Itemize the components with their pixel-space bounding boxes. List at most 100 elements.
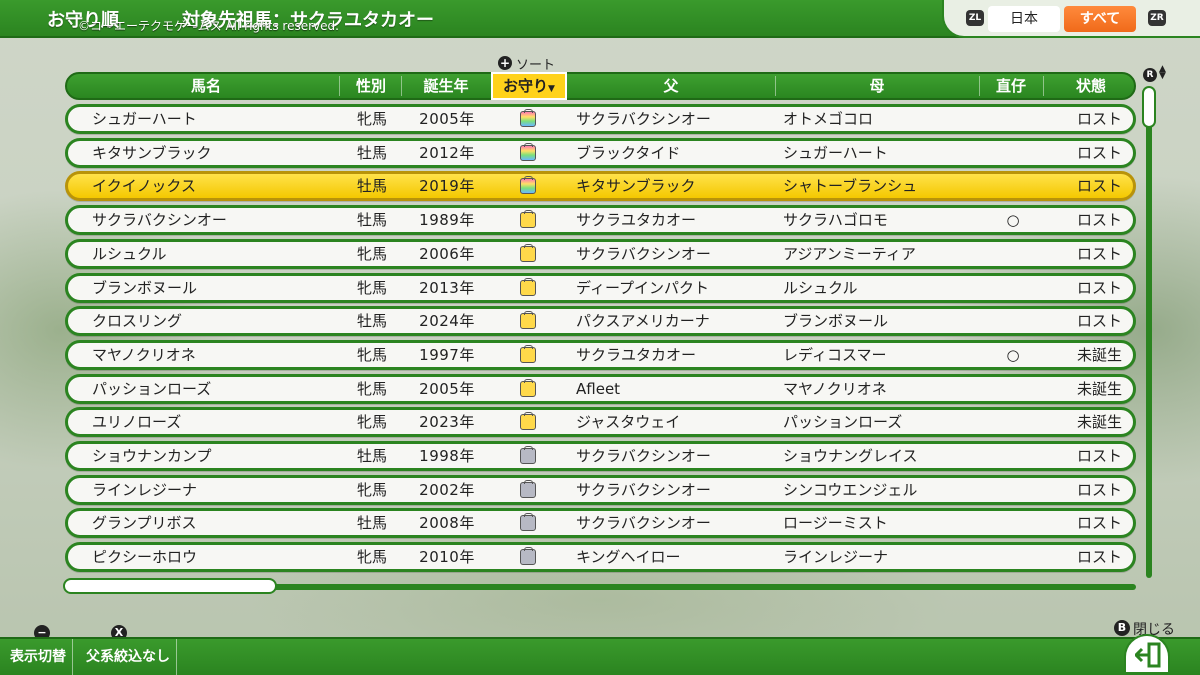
horse-sex: 牡馬 — [356, 177, 387, 195]
sire-name: サクラバクシンオー — [576, 110, 711, 128]
rainbow-amulet-icon — [520, 176, 536, 194]
r-stick-icon: R — [1143, 68, 1157, 82]
dam-name: ラインレジーナ — [783, 548, 889, 566]
table-row[interactable]: ショウナンカンプ 牡馬 1998年 サクラバクシンオー ショウナングレイス ロスト — [65, 441, 1136, 471]
horse-status: ロスト — [1076, 144, 1122, 162]
sire-name: ジャスタウェイ — [576, 413, 681, 431]
table-row[interactable]: マヤノクリオネ 牝馬 1997年 サクラユタカオー レディコスマー ○ 未誕生 — [65, 340, 1136, 370]
sort-desc-icon: ▼ — [548, 84, 555, 94]
horse-sex: 牝馬 — [356, 110, 387, 128]
column-header-status[interactable]: 状態 — [1043, 74, 1139, 98]
horizontal-scroll-thumb[interactable] — [63, 578, 277, 594]
column-header-direct[interactable]: 直仔 — [979, 74, 1043, 98]
zr-button-icon: ZR — [1148, 10, 1166, 26]
horse-status: 未誕生 — [1076, 380, 1122, 398]
table-row[interactable]: シュガーハート 牝馬 2005年 サクラバクシンオー オトメゴコロ ロスト — [65, 104, 1136, 134]
column-header-sex[interactable]: 性別 — [339, 74, 403, 98]
horse-status: ロスト — [1076, 514, 1122, 532]
table-row[interactable]: ルシュクル 牝馬 2006年 サクラバクシンオー アジアンミーティア ロスト — [65, 239, 1136, 269]
horse-status: ロスト — [1076, 447, 1122, 465]
table-row[interactable]: イクイノックス 牡馬 2019年 キタサンブラック シャトーブランシュ ロスト — [65, 171, 1136, 201]
close-button[interactable] — [1124, 634, 1170, 672]
table-row[interactable]: パッションローズ 牝馬 2005年 Afleet マヤノクリオネ 未誕生 — [65, 374, 1136, 404]
horse-status: 未誕生 — [1076, 413, 1122, 431]
table-row[interactable]: サクラバクシンオー 牡馬 1989年 サクラユタカオー サクラハゴロモ ○ ロスト — [65, 205, 1136, 235]
dam-name: パッションローズ — [783, 413, 903, 431]
amulet-cell — [514, 309, 544, 333]
column-header-amulet-label: お守り — [503, 77, 549, 95]
dam-name: ブランボヌール — [783, 312, 889, 330]
toggle-display-button[interactable]: 表示切替 — [4, 639, 73, 675]
gold-amulet-icon — [520, 278, 536, 296]
birth-year: 2005年 — [419, 110, 475, 128]
table-row[interactable]: グランプリボス 牡馬 2008年 サクラバクシンオー ロージーミスト ロスト — [65, 508, 1136, 538]
direct-offspring-mark — [978, 545, 1048, 569]
horse-sex: 牝馬 — [356, 380, 387, 398]
vertical-scroll-thumb[interactable] — [1142, 86, 1156, 128]
gold-amulet-icon — [520, 412, 536, 430]
gold-amulet-icon — [520, 379, 536, 397]
column-header-amulet[interactable]: お守り▼ — [491, 72, 567, 100]
horse-sex: 牡馬 — [356, 447, 387, 465]
direct-offspring-mark — [978, 410, 1048, 434]
sire-name: サクラバクシンオー — [576, 481, 711, 499]
amulet-cell — [514, 141, 544, 165]
direct-offspring-mark — [978, 309, 1048, 333]
dam-name: シャトーブランシュ — [783, 177, 918, 195]
table-row[interactable]: ラインレジーナ 牝馬 2002年 サクラバクシンオー シンコウエンジェル ロスト — [65, 475, 1136, 505]
vertical-scrollbar[interactable] — [1146, 90, 1152, 578]
horse-name: ルシュクル — [92, 245, 167, 263]
direct-offspring-mark: ○ — [1006, 346, 1020, 364]
column-header-sire[interactable]: 父 — [567, 74, 775, 98]
table-row[interactable]: ユリノローズ 牝馬 2023年 ジャスタウェイ パッションローズ 未誕生 — [65, 407, 1136, 437]
horse-name: パッションローズ — [92, 380, 212, 398]
sort-hint[interactable]: + ソート — [498, 54, 555, 73]
horse-status: ロスト — [1076, 279, 1122, 297]
region-japan-button[interactable]: 日本 — [988, 6, 1060, 32]
dam-name: アジアンミーティア — [783, 245, 916, 263]
region-all-button[interactable]: すべて — [1064, 6, 1136, 32]
horse-sex: 牡馬 — [356, 144, 387, 162]
gold-amulet-icon — [520, 244, 536, 262]
horse-name: グランプリボス — [92, 514, 197, 532]
horse-name: ブランボヌール — [92, 279, 198, 297]
horse-status: 未誕生 — [1076, 346, 1122, 364]
sire-line-filter-button[interactable]: 父系絞込なし — [80, 639, 177, 675]
horse-name: ショウナンカンプ — [92, 447, 212, 465]
birth-year: 2006年 — [419, 245, 475, 263]
amulet-cell — [514, 377, 544, 401]
sire-name: ブラックタイド — [576, 144, 681, 162]
rainbow-amulet-icon — [520, 109, 536, 127]
table-row[interactable]: クロスリング 牡馬 2024年 パクスアメリカーナ ブランボヌール ロスト — [65, 306, 1136, 336]
silver-amulet-icon — [520, 446, 536, 464]
direct-offspring-mark — [978, 511, 1048, 535]
copyright-notice: ©コーエーテクモゲームス All rights reserved. — [78, 19, 339, 33]
amulet-cell — [514, 242, 544, 266]
dam-name: オトメゴコロ — [783, 110, 874, 128]
direct-offspring-mark — [978, 141, 1048, 165]
table-header: 馬名 性別 誕生年 お守り▼ 父 母 直仔 状態 — [65, 72, 1136, 100]
sire-name: サクラユタカオー — [576, 211, 697, 229]
birth-year: 2005年 — [419, 380, 475, 398]
horse-name: ラインレジーナ — [92, 481, 198, 499]
horse-status: ロスト — [1076, 110, 1122, 128]
table-row[interactable]: ブランボヌール 牝馬 2013年 ディープインパクト ルシュクル ロスト — [65, 273, 1136, 303]
horse-status: ロスト — [1076, 312, 1122, 330]
sire-name: パクスアメリカーナ — [576, 312, 710, 330]
birth-year: 2023年 — [419, 413, 475, 431]
sire-name: Afleet — [576, 380, 621, 398]
column-header-year[interactable]: 誕生年 — [401, 74, 491, 98]
column-header-dam[interactable]: 母 — [775, 74, 979, 98]
amulet-cell — [514, 511, 544, 535]
horse-name: キタサンブラック — [92, 144, 212, 162]
birth-year: 1998年 — [419, 447, 475, 465]
column-header-name[interactable]: 馬名 — [71, 74, 341, 98]
birth-year: 1997年 — [419, 346, 475, 364]
horse-name: ユリノローズ — [92, 413, 182, 431]
birth-year: 2010年 — [419, 548, 475, 566]
horse-sex: 牡馬 — [356, 312, 387, 330]
table-row[interactable]: ピクシーホロウ 牝馬 2010年 キングヘイロー ラインレジーナ ロスト — [65, 542, 1136, 572]
top-bar: お守り順 対象先祖馬：サクラユタカオー ©コーエーテクモゲームス All rig… — [0, 0, 1200, 38]
table-row[interactable]: キタサンブラック 牡馬 2012年 ブラックタイド シュガーハート ロスト — [65, 138, 1136, 168]
horse-name: イクイノックス — [92, 177, 196, 195]
